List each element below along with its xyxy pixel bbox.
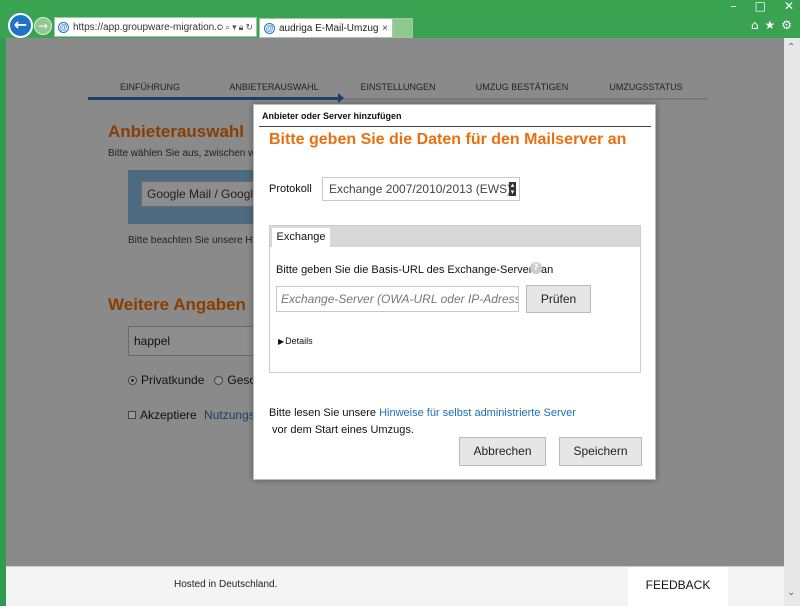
back-button[interactable]: ←: [8, 13, 33, 38]
close-tab-icon[interactable]: ×: [382, 23, 388, 34]
tab-title: audriga E-Mail-Umzug: [279, 22, 379, 34]
dropdown-icon[interactable]: ▾: [232, 22, 237, 33]
accept-terms-checkbox[interactable]: [128, 411, 136, 419]
window-controls: – □ ✕: [731, 0, 794, 14]
note-text: Bitte beachten Sie unsere H: [128, 235, 253, 246]
provider-select[interactable]: Google Mail / Google: [141, 181, 261, 207]
radio-privatkunde-label: Privatkunde: [141, 373, 205, 387]
customer-type-radios: Privatkunde Gescha: [128, 373, 269, 387]
tab-exchange[interactable]: Exchange: [272, 228, 330, 247]
forward-button[interactable]: →: [34, 17, 52, 35]
feedback-button[interactable]: FEEDBACK: [628, 567, 728, 606]
new-tab-button[interactable]: [393, 18, 413, 38]
pruefen-button[interactable]: Prüfen: [526, 285, 591, 313]
triangle-right-icon: ▶: [278, 336, 285, 346]
page-scrollbar[interactable]: ⌃ ⌄: [784, 38, 800, 606]
add-server-dialog: Anbieter oder Server hinzufügen Bitte ge…: [253, 104, 656, 480]
accept-terms-label: Akzeptiere: [140, 408, 201, 422]
chevron-down-icon[interactable]: ▴ ▾: [509, 182, 516, 196]
radio-privatkunde[interactable]: [128, 375, 137, 385]
scroll-down-icon[interactable]: ⌄: [787, 587, 795, 598]
gear-icon[interactable]: ⚙: [781, 18, 792, 32]
hinweise-link[interactable]: Hinweise für selbst administrierte Serve…: [379, 407, 576, 419]
home-icon[interactable]: ⌂: [751, 18, 759, 32]
steps-arrow-icon: [338, 93, 344, 103]
address-url[interactable]: https://app.groupware-migration.com: [73, 22, 223, 33]
lock-icon[interactable]: 🔒︎: [239, 22, 244, 33]
radio-geschaeftskunde[interactable]: [214, 375, 224, 385]
minimize-icon[interactable]: –: [731, 0, 737, 14]
tab-favicon-icon: @: [264, 22, 275, 34]
details-label: Details: [285, 336, 313, 346]
accept-terms-row: Akzeptiere Nutzungsb: [128, 408, 261, 422]
dialog-title: Anbieter oder Server hinzufügen: [259, 109, 651, 127]
section-heading-anbieter: Anbieterauswahl: [108, 122, 245, 141]
footer: Hosted in Deutschland. FEEDBACK: [6, 566, 784, 606]
protocol-label: Protokoll: [269, 183, 312, 195]
hosted-text: Hosted in Deutschland.: [174, 579, 278, 590]
dialog-heading: Bitte geben Sie die Daten für den Mailse…: [269, 131, 627, 148]
refresh-icon[interactable]: ↻: [245, 22, 253, 33]
search-icon[interactable]: ⌕: [225, 22, 230, 33]
save-button[interactable]: Speichern: [559, 437, 642, 466]
scroll-up-icon[interactable]: ⌃: [787, 42, 795, 53]
exchange-panel: Exchange Bitte geben Sie die Basis-URL d…: [269, 225, 641, 373]
protocol-select[interactable]: Exchange 2007/2010/2013 (EWS) ▴ ▾: [322, 177, 520, 201]
choose-text: Bitte wählen Sie aus, zwischen w: [108, 148, 256, 159]
info-text: Bitte lesen Sie unsere Hinweise für selb…: [269, 405, 644, 439]
maximize-icon[interactable]: □: [755, 0, 766, 14]
steps-progress: [88, 97, 340, 100]
details-toggle[interactable]: ▶ Details: [278, 336, 313, 346]
browser-chrome: – □ ✕ ← → @ https://app.groupware-migrat…: [0, 0, 800, 38]
exchange-url-label: Bitte geben Sie die Basis-URL des Exchan…: [276, 264, 554, 276]
cancel-button[interactable]: Abbrechen: [459, 437, 546, 466]
help-icon[interactable]: ?: [530, 262, 542, 274]
protocol-value: Exchange 2007/2010/2013 (EWS): [329, 182, 512, 196]
address-bar[interactable]: @ https://app.groupware-migration.com ⌕ …: [54, 17, 257, 37]
info-suffix: vor dem Start eines Umzugs.: [269, 424, 414, 436]
close-window-icon[interactable]: ✕: [784, 0, 794, 14]
site-favicon-icon: @: [58, 21, 69, 33]
exchange-server-input[interactable]: Exchange-Server (OWA-URL oder IP-Adresse…: [276, 286, 519, 312]
browser-tab[interactable]: @ audriga E-Mail-Umzug ×: [259, 18, 393, 38]
star-icon[interactable]: ★: [764, 18, 775, 32]
info-prefix: Bitte lesen Sie unsere: [269, 407, 380, 419]
section-heading-weitere: Weitere Angaben: [108, 295, 246, 314]
browser-toolbar: ⌂ ★ ⚙: [751, 18, 792, 32]
name-input[interactable]: happel: [128, 326, 258, 356]
